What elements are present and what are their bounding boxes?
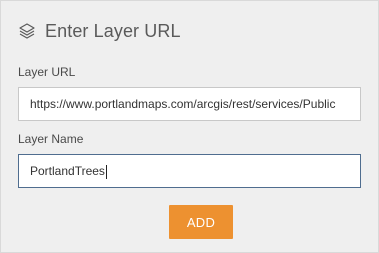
- layer-url-label: Layer URL: [18, 65, 76, 79]
- layer-url-value: https://www.portlandmaps.com/arcgis/rest…: [30, 97, 336, 111]
- text-caret: [105, 164, 107, 179]
- layers-icon: [18, 22, 36, 40]
- layer-name-label: Layer Name: [18, 132, 84, 146]
- layer-url-input[interactable]: https://www.portlandmaps.com/arcgis/rest…: [18, 87, 361, 121]
- panel-title: Enter Layer URL: [45, 20, 181, 41]
- add-button[interactable]: ADD: [169, 205, 233, 239]
- layer-name-value: PortlandTrees: [30, 164, 105, 178]
- layer-name-input[interactable]: PortlandTrees: [18, 154, 361, 188]
- enter-layer-url-panel: Enter Layer URL Layer URL https://www.po…: [0, 0, 379, 253]
- panel-header: Enter Layer URL: [18, 18, 181, 44]
